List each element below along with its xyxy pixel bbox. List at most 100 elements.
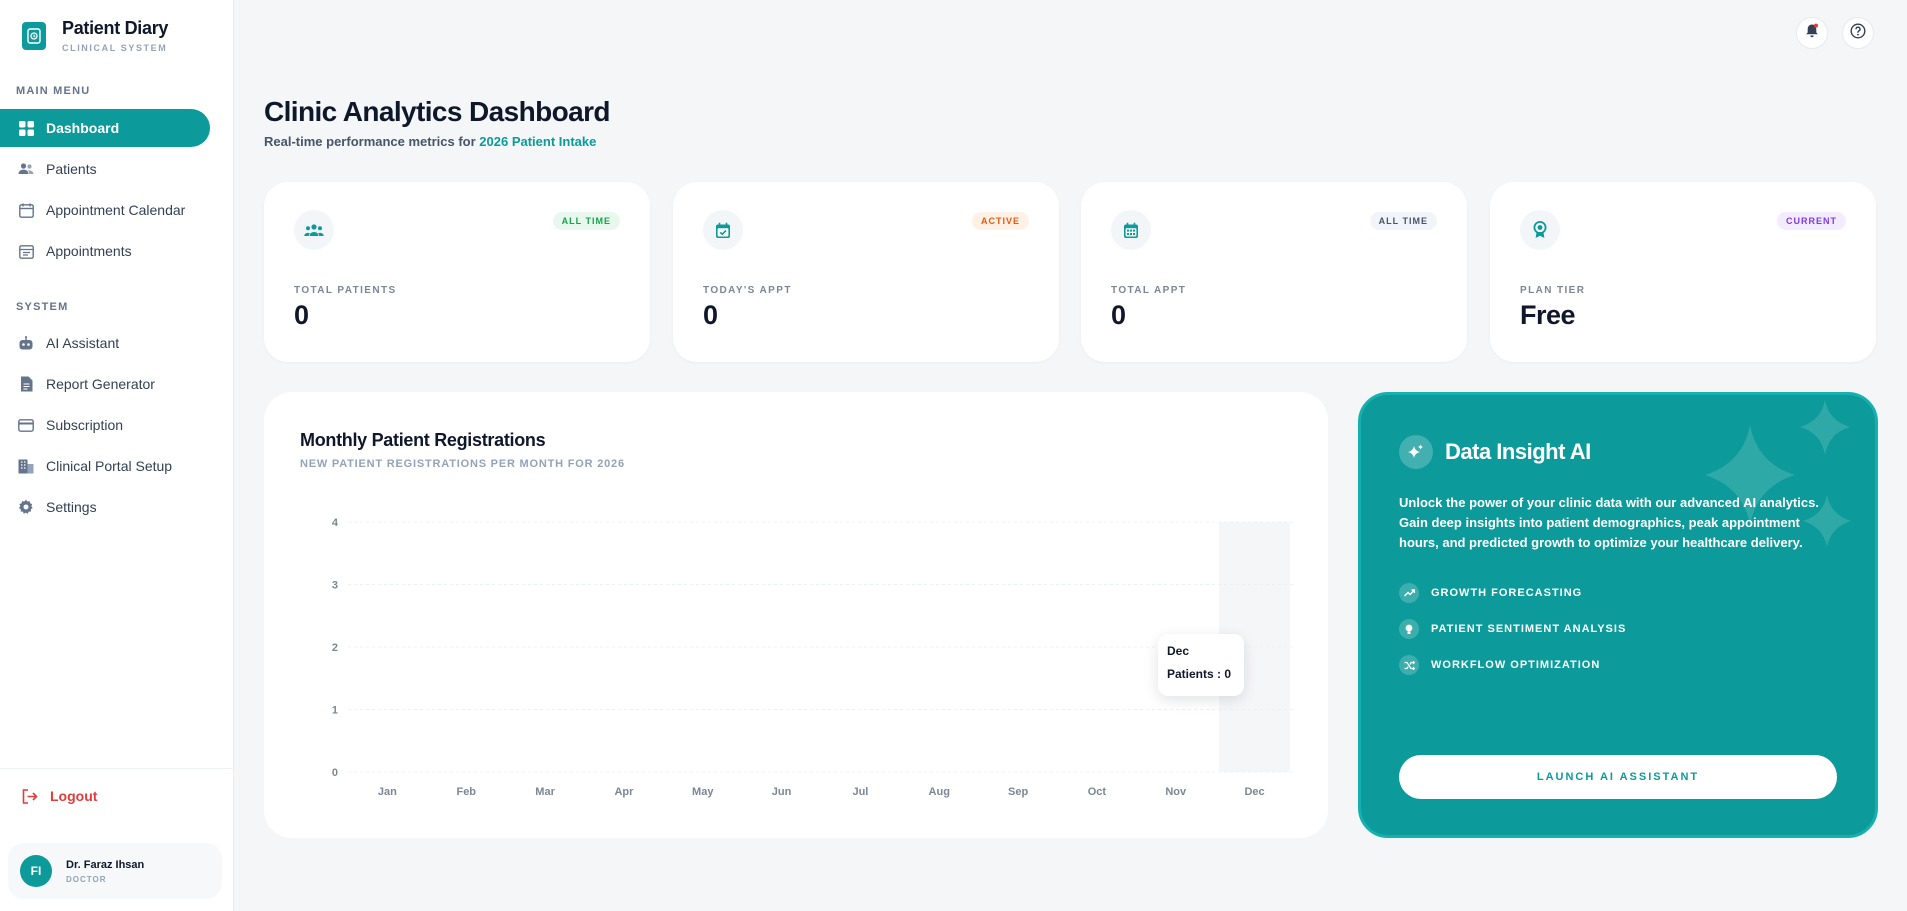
chart-x-tick-label: Nov [1165, 786, 1187, 798]
system-label: SYSTEM [16, 301, 69, 313]
sidebar-item-appointment-calendar[interactable]: Appointment Calendar [0, 191, 210, 229]
sidebar-item-dashboard[interactable]: Dashboard [0, 109, 210, 147]
sparkles-icon [1399, 435, 1433, 469]
status-badge: ACTIVE [971, 212, 1029, 230]
stat-value: 0 [1111, 300, 1126, 330]
status-badge: ALL TIME [552, 212, 620, 230]
help-button[interactable] [1842, 17, 1874, 49]
chart-x-tick-label: Jul [852, 786, 868, 798]
sidebar-divider [0, 768, 234, 769]
calendar-check-icon [703, 210, 743, 250]
ai-card-header: Data Insight AI [1399, 435, 1591, 469]
sidebar-item-label: Settings [46, 499, 97, 515]
stat-value: Free [1520, 300, 1576, 330]
chart-y-tick-label: 3 [332, 580, 338, 592]
chart-x-tick-label: Mar [535, 786, 555, 798]
trend-up-icon [1399, 583, 1419, 603]
ai-feature-label: GROWTH FORECASTING [1431, 587, 1583, 599]
chart-x-tick-label: Oct [1088, 786, 1107, 798]
sidebar: Patient Diary CLINICAL SYSTEM MAIN MENU … [0, 0, 234, 911]
user-name: Dr. Faraz Ihsan [66, 858, 145, 871]
sidebar-item-subscription[interactable]: Subscription [0, 406, 210, 444]
avatar: FI [20, 855, 52, 887]
status-badge: ALL TIME [1369, 212, 1437, 230]
page-title: Clinic Analytics Dashboard [264, 96, 611, 127]
ai-feature-label: WORKFLOW OPTIMIZATION [1431, 659, 1601, 671]
stat-card-todays-appt: ACTIVE TODAY'S APPT 0 [673, 182, 1059, 362]
chart-x-tick-label: Dec [1244, 786, 1264, 798]
stat-value: 0 [703, 300, 718, 330]
chart-y-tick-label: 0 [332, 767, 338, 779]
chart-x-tick-label: Sep [1008, 786, 1028, 798]
calendar-icon [18, 202, 34, 218]
stat-label: PLAN TIER [1520, 285, 1586, 296]
sidebar-item-patients[interactable]: Patients [0, 150, 210, 188]
stat-card-total-appt: ALL TIME TOTAL APPT 0 [1081, 182, 1467, 362]
tooltip-value: Patients : 0 [1167, 667, 1232, 681]
sidebar-item-label: Dashboard [46, 120, 120, 136]
document-icon [18, 376, 34, 392]
sidebar-item-label: Clinical Portal Setup [46, 458, 173, 474]
sidebar-item-label: Subscription [46, 417, 124, 433]
ai-card-description: Unlock the power of your clinic data wit… [1399, 495, 1819, 550]
clipboard-icon [18, 243, 34, 259]
logout-label: Logout [50, 788, 98, 804]
stat-card-total-patients: ALL TIME TOTAL PATIENTS 0 [264, 182, 650, 362]
chart-x-tick-label: Jun [772, 786, 792, 798]
sidebar-item-label: Patients [46, 161, 97, 177]
sidebar-item-settings[interactable]: Settings [0, 488, 210, 526]
chart-x-tick-label: Aug [929, 786, 950, 798]
subtitle-highlight: 2026 Patient Intake [479, 134, 597, 149]
chart-y-tick-label: 2 [332, 642, 338, 654]
diary-logo-icon [22, 21, 46, 50]
chart-tooltip: Dec Patients : 0 [1158, 634, 1244, 696]
launch-ai-assistant-button[interactable]: LAUNCH AI ASSISTANT [1399, 755, 1837, 799]
sidebar-item-appointments[interactable]: Appointments [0, 232, 210, 270]
page-subtitle: Real-time performance metrics for 2026 P… [264, 134, 596, 149]
ai-feature-item: WORKFLOW OPTIMIZATION [1399, 655, 1600, 675]
ai-card-title: Data Insight AI [1445, 439, 1591, 464]
users-icon [294, 210, 334, 250]
sidebar-item-report-generator[interactable]: Report Generator [0, 365, 210, 403]
sidebar-item-label: Report Generator [46, 376, 155, 392]
users-icon [18, 161, 34, 177]
user-profile-card[interactable]: FI Dr. Faraz Ihsan DOCTOR [8, 843, 222, 899]
sidebar-item-clinical-portal-setup[interactable]: Clinical Portal Setup [0, 447, 210, 485]
logout-button[interactable]: Logout [22, 788, 97, 804]
sidebar-item-ai-assistant[interactable]: AI Assistant [0, 324, 210, 362]
stat-value: 0 [294, 300, 309, 330]
status-badge: CURRENT [1777, 212, 1846, 230]
building-icon [18, 458, 34, 474]
logout-icon [22, 788, 38, 804]
data-insight-ai-card: Data Insight AI Unlock the power of your… [1358, 392, 1878, 838]
chart-x-tick-label: Feb [456, 786, 476, 798]
ai-feature-item: PATIENT SENTIMENT ANALYSIS [1399, 619, 1626, 639]
sidebar-item-label: Appointments [46, 243, 132, 259]
stat-label: TODAY'S APPT [703, 285, 792, 296]
ai-feature-label: PATIENT SENTIMENT ANALYSIS [1431, 623, 1627, 635]
chart-y-tick-label: 4 [332, 517, 339, 529]
notifications-button[interactable] [1796, 17, 1828, 49]
sidebar-item-label: AI Assistant [46, 335, 120, 351]
calendar-grid-icon [1111, 210, 1151, 250]
brand-title: Patient Diary [62, 18, 169, 38]
sidebar-item-label: Appointment Calendar [46, 202, 186, 218]
credit-card-icon [18, 417, 34, 433]
robot-icon [18, 335, 34, 351]
brand[interactable]: Patient Diary CLINICAL SYSTEM [22, 18, 168, 53]
brand-subtitle: CLINICAL SYSTEM [62, 43, 168, 53]
stat-card-plan-tier: CURRENT PLAN TIER Free [1490, 182, 1876, 362]
chart-x-tick-label: Jan [378, 786, 397, 798]
bulb-icon [1399, 619, 1419, 639]
stat-label: TOTAL APPT [1111, 285, 1187, 296]
award-icon [1520, 210, 1560, 250]
main-menu-label: MAIN MENU [16, 85, 91, 97]
chart-x-tick-label: May [692, 786, 714, 798]
chart-x-tick-label: Apr [614, 786, 634, 798]
bar-chart[interactable]: 0 1 2 3 4 Jan Feb Mar Apr May Jun Jul Aug Sep Oct Nov De… [264, 392, 1328, 838]
stat-label: TOTAL PATIENTS [294, 285, 397, 296]
subtitle-prefix: Real-time performance metrics for [264, 134, 480, 149]
monthly-registrations-chart-card: Monthly Patient Registrations NEW PATIEN… [264, 392, 1328, 838]
chart-y-tick-label: 1 [332, 705, 338, 717]
help-circle-icon [1850, 22, 1866, 44]
